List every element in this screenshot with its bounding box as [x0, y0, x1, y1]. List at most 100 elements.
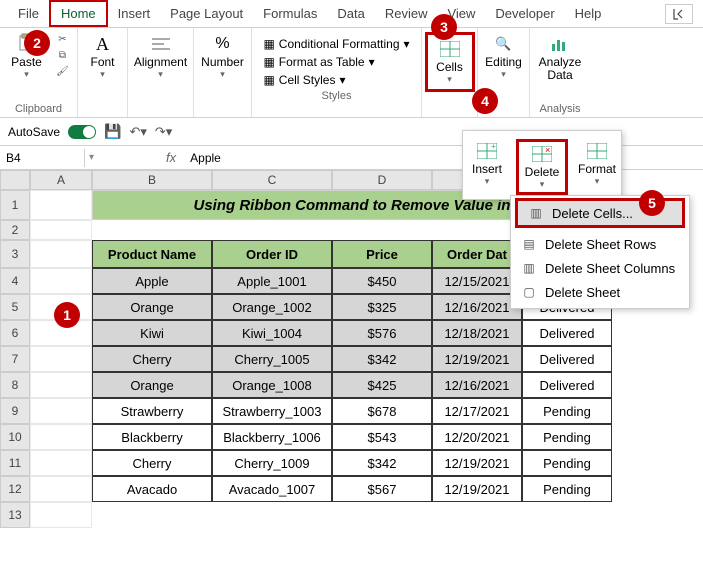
tab-formulas[interactable]: Formulas	[253, 2, 327, 25]
cell-product[interactable]: Blackberry	[92, 424, 212, 450]
cell-date[interactable]: 12/19/2021	[432, 346, 522, 372]
cell-date[interactable]: 12/16/2021	[432, 372, 522, 398]
share-icon[interactable]	[665, 4, 693, 24]
row-header-13[interactable]: 13	[0, 502, 30, 528]
cell-order[interactable]: Orange_1008	[212, 372, 332, 398]
format-cells-button[interactable]: Format▾	[574, 139, 620, 195]
cut-icon[interactable]: ✂	[55, 32, 71, 46]
cell-price[interactable]: $425	[332, 372, 432, 398]
cell-status[interactable]: Pending	[522, 450, 612, 476]
cell-price[interactable]: $567	[332, 476, 432, 502]
empty-cell[interactable]	[30, 190, 92, 220]
empty-cell[interactable]	[30, 424, 92, 450]
row-header-10[interactable]: 10	[0, 424, 30, 450]
select-all-corner[interactable]	[0, 170, 30, 190]
copy-icon[interactable]: ⧉	[55, 48, 71, 62]
cell-date[interactable]: 12/16/2021	[432, 294, 522, 320]
empty-cell[interactable]	[30, 450, 92, 476]
cell-date[interactable]: 12/17/2021	[432, 398, 522, 424]
cell-product[interactable]: Strawberry	[92, 398, 212, 424]
col-header-C[interactable]: C	[212, 170, 332, 190]
cell-date[interactable]: 12/18/2021	[432, 320, 522, 346]
cell-date[interactable]: 12/20/2021	[432, 424, 522, 450]
undo-icon[interactable]: ↶▾	[129, 124, 146, 140]
empty-cell[interactable]	[30, 240, 92, 268]
tab-page-layout[interactable]: Page Layout	[160, 2, 253, 25]
row-header-3[interactable]: 3	[0, 240, 30, 268]
cell-order[interactable]: Blackberry_1006	[212, 424, 332, 450]
row-header-12[interactable]: 12	[0, 476, 30, 502]
col-header-D[interactable]: D	[332, 170, 432, 190]
empty-cell[interactable]	[30, 372, 92, 398]
row-header-9[interactable]: 9	[0, 398, 30, 424]
tab-home[interactable]: Home	[49, 0, 108, 27]
cell-price[interactable]: $678	[332, 398, 432, 424]
cell-order[interactable]: Cherry_1009	[212, 450, 332, 476]
cell-price[interactable]: $543	[332, 424, 432, 450]
tab-developer[interactable]: Developer	[485, 2, 564, 25]
col-header-A[interactable]: A	[30, 170, 92, 190]
row-header-4[interactable]: 4	[0, 268, 30, 294]
cell-order[interactable]: Kiwi_1004	[212, 320, 332, 346]
save-icon[interactable]: 💾	[104, 123, 121, 140]
namebox-chevron-icon[interactable]: ▾	[85, 152, 98, 163]
cell-product[interactable]: Cherry	[92, 346, 212, 372]
empty-cell[interactable]	[30, 346, 92, 372]
cell-product[interactable]: Apple	[92, 268, 212, 294]
formula-input[interactable]	[184, 149, 703, 167]
row-header-8[interactable]: 8	[0, 372, 30, 398]
empty-cell[interactable]	[30, 268, 92, 294]
tab-review[interactable]: Review	[375, 2, 438, 25]
redo-icon[interactable]: ↷▾	[155, 124, 172, 140]
cell-price[interactable]: $325	[332, 294, 432, 320]
cell-status[interactable]: Pending	[522, 476, 612, 502]
cell-order[interactable]: Avacado_1007	[212, 476, 332, 502]
cell-status[interactable]: Pending	[522, 398, 612, 424]
editing-button[interactable]: 🔍 Editing ▾	[481, 32, 526, 82]
autosave-toggle[interactable]	[68, 125, 96, 139]
cell-price[interactable]: $576	[332, 320, 432, 346]
cell-date[interactable]: 12/19/2021	[432, 476, 522, 502]
fx-icon[interactable]: fx	[158, 150, 184, 165]
cell-styles-button[interactable]: ▦Cell Styles▾	[259, 72, 413, 88]
cell-order[interactable]: Cherry_1005	[212, 346, 332, 372]
delete-cells-button[interactable]: × Delete▾	[519, 142, 565, 192]
tab-insert[interactable]: Insert	[108, 2, 161, 25]
cell-product[interactable]: Orange	[92, 372, 212, 398]
tab-file[interactable]: File	[8, 2, 49, 25]
cell-date[interactable]: 12/15/2021	[432, 268, 522, 294]
menu-delete-sheet[interactable]: ▢ Delete Sheet	[511, 280, 689, 304]
menu-delete-cols[interactable]: ▥ Delete Sheet Columns	[511, 256, 689, 280]
insert-cells-button[interactable]: + Insert▾	[464, 139, 510, 195]
cell-order[interactable]: Apple_1001	[212, 268, 332, 294]
row-header-7[interactable]: 7	[0, 346, 30, 372]
cell-product[interactable]: Kiwi	[92, 320, 212, 346]
cell-status[interactable]: Delivered	[522, 320, 612, 346]
row-header-2[interactable]: 2	[0, 220, 30, 240]
cell-status[interactable]: Delivered	[522, 372, 612, 398]
row-header-5[interactable]: 5	[0, 294, 30, 320]
cells-button[interactable]: Cells ▾	[430, 37, 470, 87]
empty-cell[interactable]	[30, 220, 92, 240]
empty-cell[interactable]	[30, 398, 92, 424]
cell-order[interactable]: Orange_1002	[212, 294, 332, 320]
row-header-1[interactable]: 1	[0, 190, 30, 220]
menu-delete-rows[interactable]: ▤ Delete Sheet Rows	[511, 232, 689, 256]
cell-price[interactable]: $342	[332, 450, 432, 476]
tab-data[interactable]: Data	[327, 2, 374, 25]
tab-help[interactable]: Help	[565, 2, 612, 25]
analyze-data-button[interactable]: Analyze Data	[535, 32, 586, 84]
format-painter-icon[interactable]: 🖌	[55, 64, 71, 78]
cell-order[interactable]: Strawberry_1003	[212, 398, 332, 424]
cell-product[interactable]: Avacado	[92, 476, 212, 502]
row-header-11[interactable]: 11	[0, 450, 30, 476]
col-header-B[interactable]: B	[92, 170, 212, 190]
conditional-formatting-button[interactable]: ▦Conditional Formatting▾	[259, 36, 413, 52]
name-box[interactable]: B4	[0, 149, 85, 167]
cell-price[interactable]: $342	[332, 346, 432, 372]
cell-price[interactable]: $450	[332, 268, 432, 294]
cell-product[interactable]: Cherry	[92, 450, 212, 476]
row-header-6[interactable]: 6	[0, 320, 30, 346]
cell-status[interactable]: Delivered	[522, 346, 612, 372]
format-as-table-button[interactable]: ▦Format as Table▾	[259, 54, 413, 70]
